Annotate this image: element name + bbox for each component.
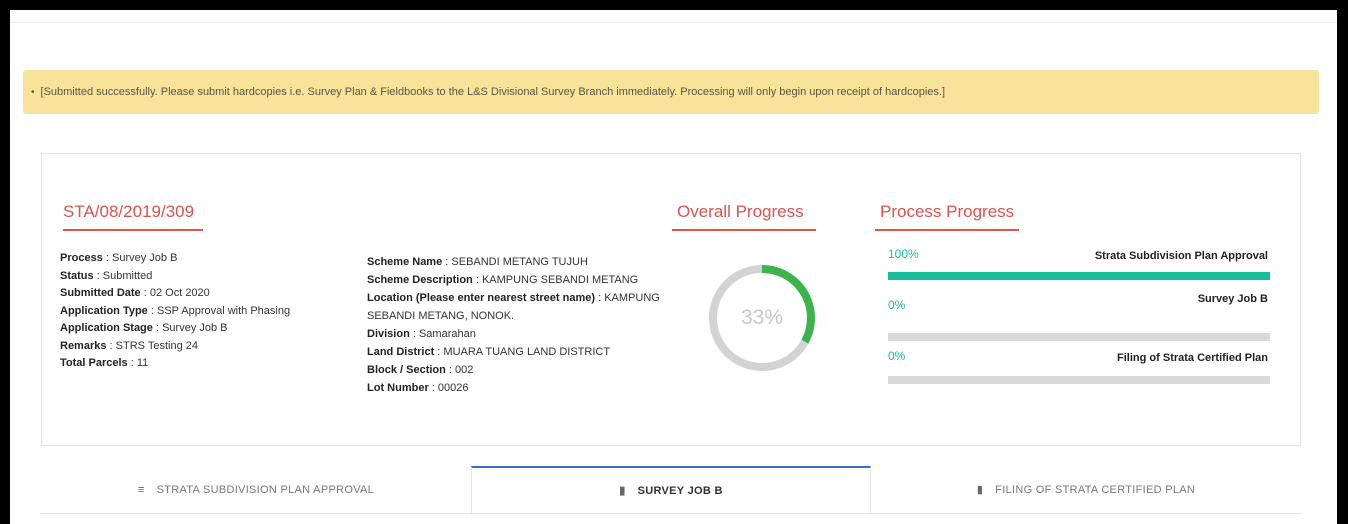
field-value: 00026 bbox=[437, 382, 469, 394]
field-label: Application Type bbox=[60, 304, 148, 317]
field-location: Location (Please enter nearest street na… bbox=[367, 292, 660, 322]
field-value: SSP Approval with Phasing bbox=[156, 304, 291, 317]
alert-bullet: • bbox=[31, 86, 35, 98]
process-tabs: ≡ STRATA SUBDIVISION PLAN APPROVAL ▮ SUR… bbox=[41, 466, 1301, 524]
alert-message: [Submitted successfully. Please submit h… bbox=[40, 86, 945, 98]
process-progress-bar bbox=[888, 272, 1270, 280]
process-progress-underline bbox=[875, 229, 1019, 231]
field-label: Block / Section bbox=[367, 364, 446, 376]
submission-alert: • [Submitted successfully. Please submit… bbox=[23, 70, 1319, 114]
field-lot-number: Lot Number : 00026 bbox=[367, 382, 469, 394]
field-application-stage: Application Stage : Survey Job B bbox=[60, 322, 228, 334]
process-name: Survey Job B bbox=[1197, 293, 1268, 305]
field-label: Status bbox=[60, 269, 94, 282]
field-value: SEBANDI METANG TUJUH bbox=[451, 256, 588, 268]
field-value: 002 bbox=[455, 364, 474, 376]
application-details-left: Process : Survey Job B Status : Submitte… bbox=[60, 250, 290, 373]
tab-label: FILING OF STRATA CERTIFIED PLAN bbox=[995, 483, 1196, 496]
field-label: Lot Number bbox=[367, 382, 429, 394]
tab-label: SURVEY JOB B bbox=[637, 484, 723, 497]
tab-survey-job-b[interactable]: ▮ SURVEY JOB B bbox=[471, 466, 871, 513]
header-divider bbox=[10, 22, 1337, 23]
process-progress-bar bbox=[888, 333, 1270, 341]
field-value: Survey Job B bbox=[162, 322, 228, 334]
app-frame: • [Submitted successfully. Please submit… bbox=[10, 10, 1337, 524]
list-icon: ≡ bbox=[137, 483, 145, 496]
building-icon: ▮ bbox=[619, 485, 626, 497]
field-value: Survey Job B bbox=[111, 252, 178, 264]
field-label: Land District bbox=[367, 346, 435, 358]
field-value: Samarahan bbox=[418, 328, 476, 340]
field-value: 11 bbox=[136, 357, 149, 369]
field-label: Scheme Description bbox=[367, 274, 473, 286]
field-label: Remarks bbox=[60, 339, 107, 352]
reference-underline bbox=[63, 229, 203, 231]
bookmark-icon: ▮ bbox=[976, 484, 984, 496]
process-percent: 0% bbox=[888, 349, 906, 363]
tab-filing-of-strata-certified-plan[interactable]: ▮ FILING OF STRATA CERTIFIED PLAN bbox=[871, 466, 1301, 513]
field-total-parcels: Total Parcels : 11 bbox=[60, 357, 149, 369]
field-application-type: Application Type : SSP Approval with Pha… bbox=[60, 304, 291, 317]
application-summary-card: STA/08/2019/309 Process : Survey Job B S… bbox=[41, 153, 1301, 446]
field-label: Process bbox=[60, 252, 103, 264]
field-status: Status : Submitted bbox=[60, 269, 153, 282]
field-remarks: Remarks : STRS Testing 24 bbox=[60, 339, 198, 352]
field-scheme-description: Scheme Description : KAMPUNG SEBANDI MET… bbox=[367, 274, 639, 286]
tab-panel-border bbox=[41, 513, 1301, 514]
process-progress-bar bbox=[888, 376, 1270, 384]
overall-progress-underline bbox=[672, 229, 816, 231]
field-label: Total Parcels bbox=[60, 357, 128, 369]
field-scheme-name: Scheme Name : SEBANDI METANG TUJUH bbox=[367, 256, 588, 268]
field-division: Division : Samarahan bbox=[367, 328, 476, 340]
tab-label: STRATA SUBDIVISION PLAN APPROVAL bbox=[156, 483, 375, 496]
overall-progress-heading: Overall Progress bbox=[677, 202, 804, 221]
field-label: Division bbox=[367, 328, 410, 340]
field-process: Process : Survey Job B bbox=[60, 252, 178, 264]
field-value: MUARA TUANG LAND DISTRICT bbox=[443, 346, 611, 358]
process-name: Filing of Strata Certified Plan bbox=[1117, 352, 1268, 364]
field-value: STRS Testing 24 bbox=[115, 339, 198, 352]
overall-progress-percent: 33% bbox=[740, 306, 784, 329]
field-label: Application Stage bbox=[60, 322, 153, 334]
field-label: Scheme Name bbox=[367, 256, 443, 268]
process-percent: 0% bbox=[888, 298, 906, 312]
application-details-right: Scheme Name : SEBANDI METANG TUJUH Schem… bbox=[367, 253, 667, 397]
field-value: KAMPUNG SEBANDI METANG bbox=[481, 274, 639, 286]
process-progress-heading: Process Progress bbox=[880, 202, 1015, 221]
field-land-district: Land District : MUARA TUANG LAND DISTRIC… bbox=[367, 346, 611, 358]
tab-strata-subdivision-plan-approval[interactable]: ≡ STRATA SUBDIVISION PLAN APPROVAL bbox=[41, 466, 471, 513]
application-reference: STA/08/2019/309 bbox=[63, 202, 195, 221]
process-percent: 100% bbox=[888, 247, 919, 261]
field-submitted-date: Submitted Date : 02 Oct 2020 bbox=[60, 287, 210, 299]
field-block-section: Block / Section : 002 bbox=[367, 364, 474, 376]
field-label: Submitted Date bbox=[60, 287, 141, 299]
field-value: Submitted bbox=[102, 269, 153, 282]
field-value: 02 Oct 2020 bbox=[149, 287, 210, 299]
process-progress-fill bbox=[888, 272, 1270, 280]
process-name: Strata Subdivision Plan Approval bbox=[1094, 250, 1268, 262]
field-label: Location (Please enter nearest street na… bbox=[367, 292, 596, 304]
